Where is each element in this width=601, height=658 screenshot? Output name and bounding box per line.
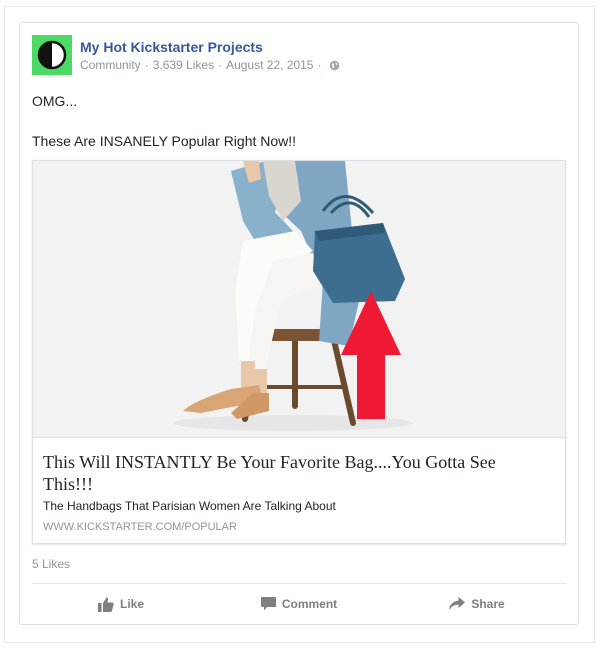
bag-photo — [33, 161, 565, 437]
link-title[interactable]: This Will INSTANTLY Be Your Favorite Bag… — [43, 451, 543, 495]
meta-separator: · — [144, 58, 149, 72]
post-meta: Community · 3,639 Likes · August 22, 201… — [80, 58, 340, 72]
preview-image[interactable] — [33, 161, 565, 438]
page-likes-meta: 3,639 Likes — [152, 58, 215, 72]
half-circle-logo-icon — [37, 40, 67, 70]
link-domain: WWW.KICKSTARTER.COM/POPULAR — [43, 521, 237, 533]
globe-icon[interactable] — [329, 60, 340, 71]
comment-icon — [260, 597, 276, 611]
like-label: Like — [119, 597, 144, 611]
divider — [32, 583, 566, 584]
share-label: Share — [471, 597, 505, 611]
meta-separator: · — [317, 58, 322, 72]
link-preview-card[interactable]: This Will INSTANTLY Be Your Favorite Bag… — [32, 160, 566, 544]
page-category: Community — [80, 58, 141, 72]
comment-label: Comment — [281, 597, 338, 611]
share-button[interactable]: Share — [388, 589, 566, 619]
post-message: OMG... These Are INSANELY Popular Right … — [32, 91, 562, 151]
likes-count-link[interactable]: 5 Likes — [32, 557, 70, 571]
page-name-link[interactable]: My Hot Kickstarter Projects — [80, 39, 263, 55]
link-description: The Handbags That Parisian Women Are Tal… — [43, 499, 336, 513]
thumbs-up-icon — [97, 597, 114, 612]
post-text-line: These Are INSANELY Popular Right Now!! — [32, 133, 297, 149]
post-card: My Hot Kickstarter Projects Community · … — [19, 22, 579, 625]
post-text-line: OMG... — [32, 93, 78, 109]
post-date[interactable]: August 22, 2015 — [226, 58, 313, 72]
meta-separator: · — [218, 58, 223, 72]
comment-button[interactable]: Comment — [210, 589, 388, 619]
page-avatar[interactable] — [32, 35, 72, 75]
share-arrow-icon — [449, 597, 466, 610]
like-button[interactable]: Like — [32, 589, 210, 619]
action-bar: Like Comment Share — [32, 589, 566, 619]
